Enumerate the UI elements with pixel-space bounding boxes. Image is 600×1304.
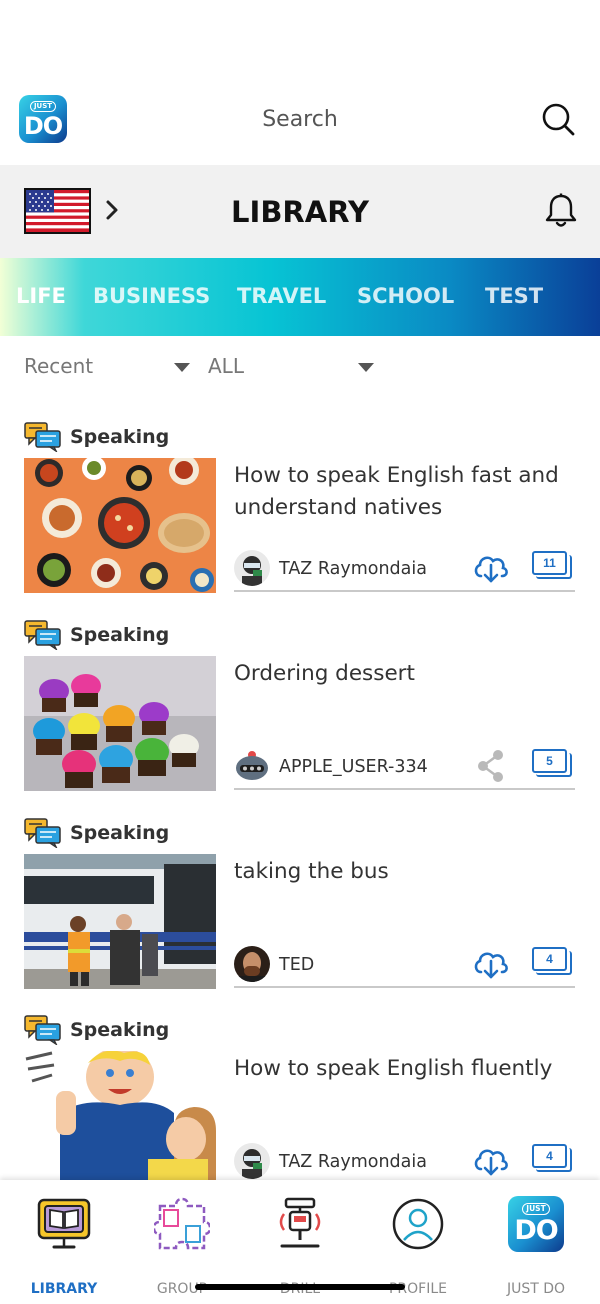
item-meta: TAZ Raymondaia 4 — [234, 1141, 575, 1185]
tab-business[interactable]: BUSINESS — [93, 284, 210, 308]
just-do-logo: JUST DO — [508, 1196, 564, 1252]
author-name[interactable]: TED — [279, 955, 314, 975]
search-field[interactable]: Search — [0, 107, 600, 132]
download-icon[interactable] — [472, 551, 510, 585]
nav-profile[interactable]: PROFILE — [359, 1196, 477, 1297]
speech-bubbles-icon — [24, 422, 61, 452]
item-title[interactable]: How to speak English fast and understand… — [234, 460, 579, 524]
nav-label: LIBRARY — [30, 1281, 98, 1297]
nav-just-do[interactable]: JUST DO JUST DO — [477, 1196, 595, 1297]
tab-school[interactable]: SCHOOL — [357, 284, 454, 308]
count-value: 4 — [532, 1144, 567, 1168]
nav-group[interactable]: GROUP — [123, 1196, 241, 1297]
category-tabs: LIFE BUSINESS TRAVEL SCHOOL TEST — [0, 258, 600, 336]
home-indicator[interactable] — [195, 1284, 405, 1290]
author-name[interactable]: APPLE_USER-334 — [279, 757, 428, 777]
count-badge: 4 — [532, 1144, 574, 1174]
count-value: 4 — [532, 947, 567, 971]
count-value: 5 — [532, 749, 567, 773]
count-badge: 11 — [532, 551, 574, 581]
count-badge: 5 — [532, 749, 574, 779]
sort-value: Recent — [24, 354, 94, 378]
item-meta: APPLE_USER-334 5 — [234, 746, 575, 790]
nav-label: JUST DO — [506, 1281, 566, 1297]
speech-bubbles-icon — [24, 620, 61, 650]
count-badge: 4 — [532, 947, 574, 977]
scope-dropdown[interactable]: ALL — [208, 354, 376, 382]
speech-bubbles-icon — [24, 1015, 61, 1045]
page-title: LIBRARY — [231, 195, 369, 229]
library-icon — [37, 1198, 91, 1249]
cartoon-kids-image[interactable] — [24, 1051, 216, 1181]
avatar[interactable] — [234, 1143, 270, 1179]
library-header: LIBRARY — [0, 165, 600, 258]
item-type-label: Speaking — [70, 822, 170, 844]
puzzle-icon — [154, 1197, 210, 1250]
caret-down-icon — [358, 363, 374, 372]
logo-just-text: JUST — [522, 1203, 550, 1215]
list-item[interactable]: Speaking How to speak English fast and u… — [0, 420, 600, 616]
nav-drill[interactable]: DRILL — [241, 1196, 359, 1297]
download-icon[interactable] — [472, 947, 510, 981]
logo-do-text: DO — [514, 1215, 558, 1246]
caret-down-icon — [174, 363, 190, 372]
top-bar: JUST DO Search — [0, 88, 600, 152]
count-value: 11 — [532, 551, 567, 575]
search-icon[interactable] — [541, 102, 575, 136]
tab-travel[interactable]: TRAVEL — [237, 284, 326, 308]
avatar[interactable] — [234, 748, 270, 784]
item-type-label: Speaking — [70, 1019, 170, 1041]
item-title[interactable]: taking the bus — [234, 856, 579, 888]
tab-life[interactable]: LIFE — [16, 284, 66, 308]
item-type-label: Speaking — [70, 426, 170, 448]
nav-library[interactable]: LIBRARY — [5, 1196, 123, 1297]
list-item[interactable]: Speaking Ordering dessert APPLE_USER-334… — [0, 618, 600, 814]
avatar[interactable] — [234, 946, 270, 982]
item-meta: TAZ Raymondaia 11 — [234, 548, 575, 592]
share-icon[interactable] — [472, 749, 510, 783]
food-table-image[interactable] — [24, 458, 216, 593]
scope-value: ALL — [208, 354, 244, 378]
cupcakes-image[interactable] — [24, 656, 216, 791]
bell-icon[interactable] — [544, 193, 578, 229]
tab-test[interactable]: TEST — [485, 284, 543, 308]
item-title[interactable]: How to speak English fluently — [234, 1053, 579, 1085]
profile-icon — [392, 1198, 444, 1250]
drill-icon — [279, 1197, 321, 1248]
avatar[interactable] — [234, 550, 270, 586]
author-name[interactable]: TAZ Raymondaia — [279, 1152, 427, 1172]
item-title[interactable]: Ordering dessert — [234, 658, 579, 690]
item-type-label: Speaking — [70, 624, 170, 646]
download-icon[interactable] — [472, 1144, 510, 1178]
sort-dropdown[interactable]: Recent — [24, 354, 192, 382]
author-name[interactable]: TAZ Raymondaia — [279, 559, 427, 579]
speech-bubbles-icon — [24, 818, 61, 848]
item-meta: TED 4 — [234, 944, 575, 988]
list-item[interactable]: Speaking taking the bus TED 4 — [0, 816, 600, 1012]
bus-image[interactable] — [24, 854, 216, 989]
